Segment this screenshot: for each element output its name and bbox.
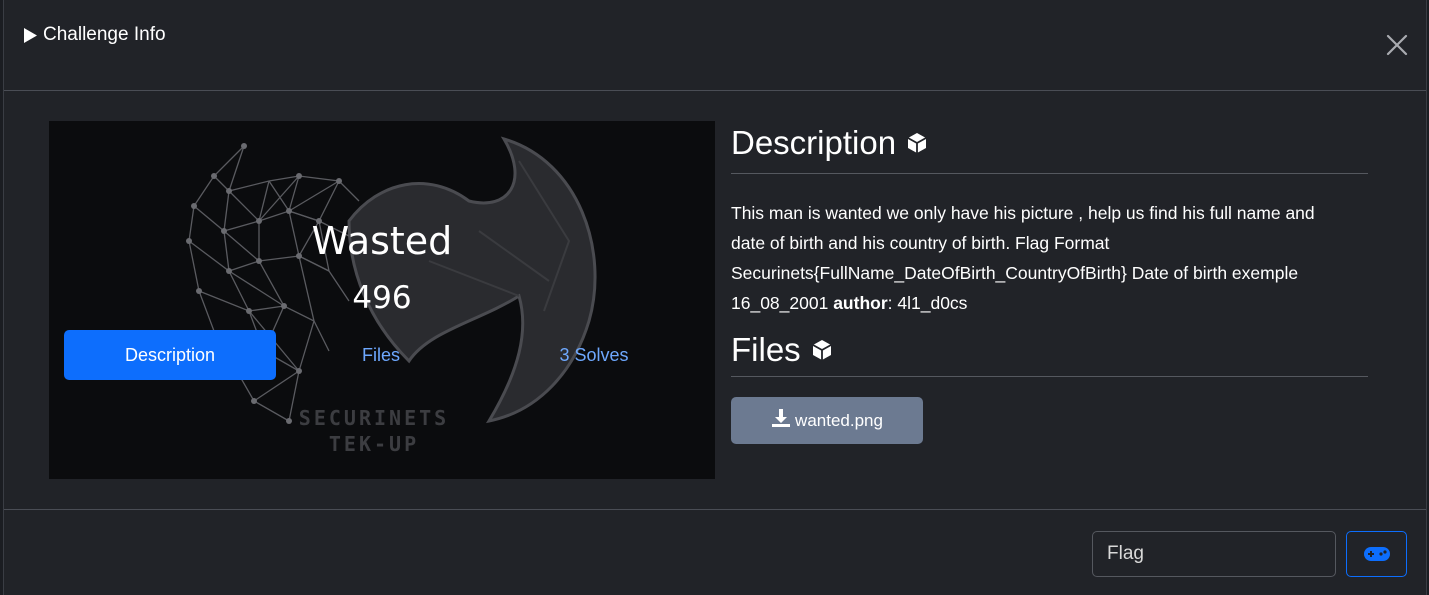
- challenge-points: 496: [352, 280, 412, 316]
- modal-title: Challenge Info: [23, 24, 166, 46]
- description-body: This man is wanted we only have his pict…: [731, 203, 1315, 313]
- modal-body: SECURINETS TEK-UP Wasted 496 Description…: [4, 91, 1426, 509]
- file-name: wanted.png: [795, 410, 883, 430]
- gamepad-icon: [1363, 547, 1390, 561]
- description-text: This man is wanted we only have his pict…: [731, 198, 1351, 318]
- download-icon: [771, 408, 791, 433]
- files-heading-text: Files: [731, 330, 801, 368]
- author-label: author: [833, 293, 888, 313]
- files-heading: Files: [731, 330, 1368, 377]
- author-value: : 4l1_d0cs: [887, 293, 968, 313]
- description-heading: Description: [731, 121, 1368, 174]
- cube-icon: [906, 124, 928, 162]
- challenge-details: Description This man is wanted we only h…: [731, 121, 1368, 444]
- close-icon: [1386, 34, 1408, 56]
- challenge-name: Wasted: [311, 219, 453, 263]
- tab-files[interactable]: Files: [281, 330, 481, 380]
- description-heading-text: Description: [731, 123, 897, 161]
- modal-footer: [4, 509, 1426, 595]
- svg-text:TEK-UP: TEK-UP: [329, 432, 419, 456]
- tab-description[interactable]: Description: [64, 330, 276, 380]
- flag-input[interactable]: [1092, 531, 1336, 577]
- cube-icon: [811, 331, 833, 369]
- close-button[interactable]: [1382, 30, 1412, 60]
- play-icon: [23, 27, 38, 44]
- submit-flag-button[interactable]: [1346, 531, 1407, 577]
- svg-text:SECURINETS: SECURINETS: [299, 406, 449, 430]
- tab-solves[interactable]: 3 Solves: [494, 330, 694, 380]
- challenge-modal: Challenge Info SECURINETS TEK-UP Wasted …: [3, 0, 1427, 595]
- challenge-banner: SECURINETS TEK-UP Wasted 496 Description…: [49, 121, 715, 479]
- file-download-button[interactable]: wanted.png: [731, 397, 923, 444]
- modal-header: Challenge Info: [4, 0, 1426, 91]
- modal-title-text: Challenge Info: [43, 24, 166, 45]
